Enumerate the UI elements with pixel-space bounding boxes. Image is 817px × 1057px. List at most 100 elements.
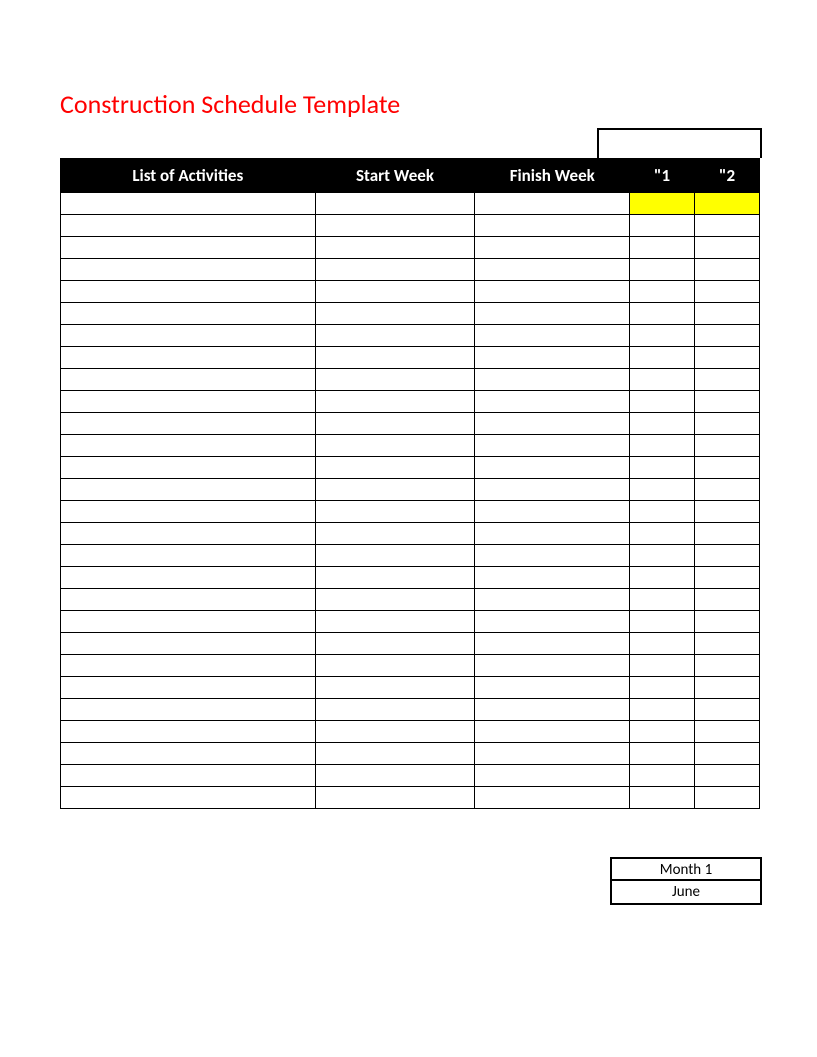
table-cell [695, 435, 760, 457]
table-cell [475, 501, 630, 523]
table-cell [61, 457, 316, 479]
table-cell [475, 259, 630, 281]
table-cell [475, 567, 630, 589]
table-cell [695, 589, 760, 611]
month-value: June [610, 881, 762, 905]
table-cell [695, 215, 760, 237]
page-title: Construction Schedule Template [60, 88, 400, 120]
table-cell [630, 325, 695, 347]
table-cell [630, 193, 695, 215]
table-cell [695, 743, 760, 765]
table-cell [475, 237, 630, 259]
table-cell [61, 215, 316, 237]
table-cell [695, 567, 760, 589]
table-cell [695, 193, 760, 215]
table-cell [630, 765, 695, 787]
table-cell [695, 237, 760, 259]
table-cell [475, 281, 630, 303]
table-cell [630, 347, 695, 369]
table-cell [630, 435, 695, 457]
table-cell [630, 391, 695, 413]
table-cell [695, 369, 760, 391]
table-cell [61, 479, 316, 501]
table-cell [695, 677, 760, 699]
table-row [61, 435, 760, 457]
table-cell [475, 193, 630, 215]
month-box: Month 1 June [610, 857, 762, 905]
table-cell [315, 457, 475, 479]
table-row [61, 699, 760, 721]
table-row [61, 501, 760, 523]
table-cell [695, 259, 760, 281]
table-cell [475, 413, 630, 435]
table-row [61, 413, 760, 435]
table-cell [475, 523, 630, 545]
table-cell [695, 281, 760, 303]
table-row [61, 303, 760, 325]
table-cell [475, 545, 630, 567]
table-row [61, 479, 760, 501]
table-cell [695, 501, 760, 523]
table-cell [315, 325, 475, 347]
table-cell [630, 501, 695, 523]
table-cell [695, 303, 760, 325]
table-cell [61, 237, 316, 259]
schedule-table: List of Activities Start Week Finish Wee… [60, 158, 760, 809]
table-cell [61, 281, 316, 303]
table-cell [315, 479, 475, 501]
header-week-2: "2 [695, 159, 760, 193]
table-cell [315, 765, 475, 787]
table-cell [695, 721, 760, 743]
table-cell [475, 215, 630, 237]
table-cell [475, 457, 630, 479]
table-row [61, 721, 760, 743]
table-cell [61, 193, 316, 215]
header-row: List of Activities Start Week Finish Wee… [61, 159, 760, 193]
table-cell [630, 215, 695, 237]
table-cell [61, 743, 316, 765]
table-cell [315, 215, 475, 237]
table-cell [630, 479, 695, 501]
table-cell [315, 347, 475, 369]
table-row [61, 589, 760, 611]
table-cell [695, 655, 760, 677]
table-cell [61, 699, 316, 721]
table-cell [61, 347, 316, 369]
table-row [61, 787, 760, 809]
table-cell [695, 391, 760, 413]
table-cell [61, 787, 316, 809]
table-cell [475, 369, 630, 391]
table-row [61, 457, 760, 479]
table-cell [475, 479, 630, 501]
table-cell [475, 721, 630, 743]
table-cell [695, 787, 760, 809]
table-row [61, 611, 760, 633]
table-cell [475, 787, 630, 809]
table-row [61, 765, 760, 787]
table-row [61, 281, 760, 303]
table-cell [630, 655, 695, 677]
table-row [61, 237, 760, 259]
table-row [61, 215, 760, 237]
table-cell [475, 325, 630, 347]
table-cell [61, 369, 316, 391]
table-cell [630, 589, 695, 611]
table-row [61, 523, 760, 545]
table-cell [315, 655, 475, 677]
table-cell [695, 325, 760, 347]
table-cell [630, 721, 695, 743]
table-cell [315, 677, 475, 699]
table-cell [475, 435, 630, 457]
table-cell [695, 699, 760, 721]
table-cell [315, 787, 475, 809]
table-cell [475, 633, 630, 655]
table-cell [630, 787, 695, 809]
table-cell [695, 347, 760, 369]
table-row [61, 325, 760, 347]
table-row [61, 193, 760, 215]
table-cell [630, 369, 695, 391]
table-cell [475, 391, 630, 413]
table-cell [315, 633, 475, 655]
table-cell [61, 633, 316, 655]
top-header-box [597, 128, 762, 158]
